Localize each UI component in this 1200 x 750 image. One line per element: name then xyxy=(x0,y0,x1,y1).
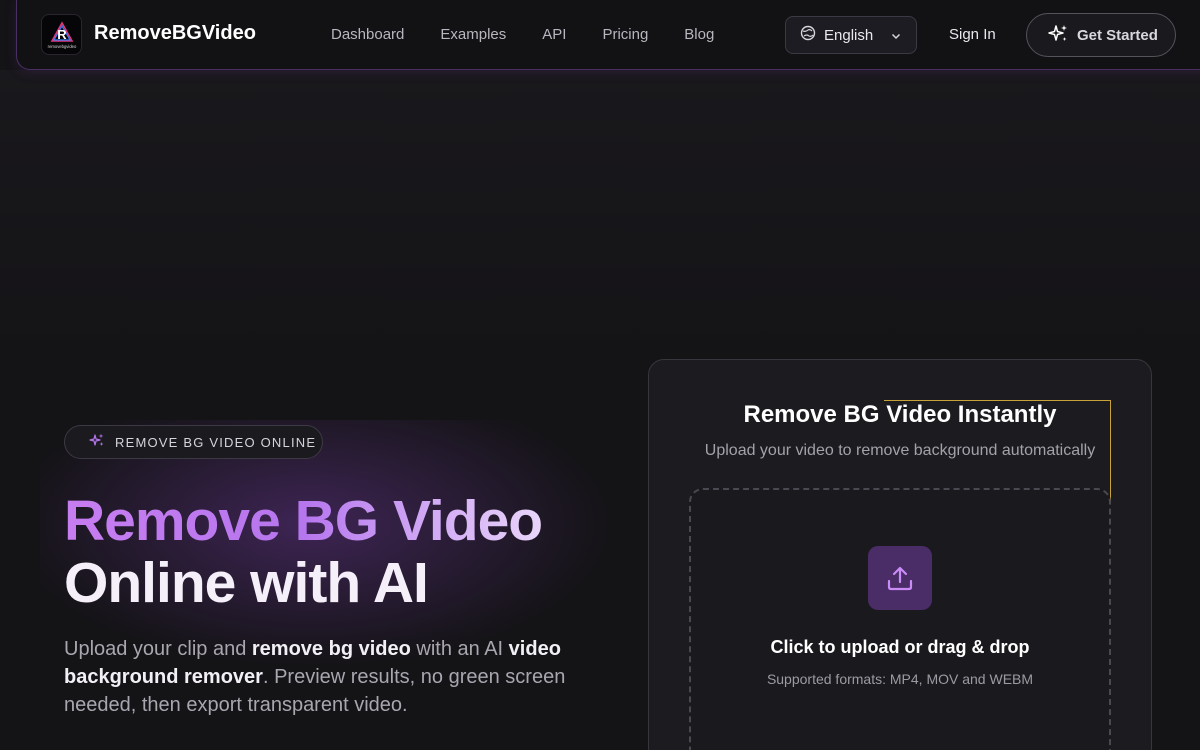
nav-link-examples[interactable]: Examples xyxy=(440,26,506,43)
sparkles-icon xyxy=(89,432,105,453)
hero-title: Remove BG Video Online with AI xyxy=(64,489,543,615)
hero-subtitle-text-1: Upload your clip and xyxy=(64,638,252,660)
main-nav: Dashboard Examples API Pricing Blog xyxy=(331,26,750,43)
sparkles-icon xyxy=(1047,23,1069,48)
top-navbar: R removebgvideo RemoveBGVideo Dashboard … xyxy=(16,0,1200,70)
supported-formats: Supported formats: MP4, MOV and WEBM xyxy=(766,671,1034,687)
chevron-down-icon xyxy=(890,29,902,47)
hero-title-line2: Online with AI xyxy=(64,551,429,615)
nav-link-api[interactable]: API xyxy=(542,26,566,43)
badge-label: REMOVE BG VIDEO ONLINE xyxy=(115,434,317,450)
hero-subtitle: Upload your clip and remove bg video wit… xyxy=(64,635,584,719)
language-label: English xyxy=(824,26,874,44)
dropzone-title[interactable]: Click to upload or drag & drop xyxy=(689,637,1111,658)
upload-dropzone[interactable] xyxy=(689,488,1111,750)
logo-icon[interactable]: R removebgvideo xyxy=(41,14,82,55)
hero-title-line1: Remove BG Video xyxy=(64,489,543,553)
nav-link-blog[interactable]: Blog xyxy=(684,26,714,43)
svg-text:R: R xyxy=(57,27,67,42)
brand-name[interactable]: RemoveBGVideo xyxy=(94,22,256,45)
get-started-button[interactable]: Get Started xyxy=(1026,13,1176,57)
hero-subtitle-bold-1: remove bg video xyxy=(251,638,411,660)
sign-in-link[interactable]: Sign In xyxy=(949,26,996,43)
upload-icon[interactable] xyxy=(868,546,932,610)
upload-card-title: Remove BG Video Instantly xyxy=(743,401,1057,428)
nav-link-pricing[interactable]: Pricing xyxy=(602,26,648,43)
hero-subtitle-text-2: with an AI xyxy=(410,638,509,660)
nav-link-dashboard[interactable]: Dashboard xyxy=(331,26,404,43)
svg-text:removebgvideo: removebgvideo xyxy=(47,44,76,49)
hero-badge: REMOVE BG VIDEO ONLINE xyxy=(64,425,323,459)
background-top-fade xyxy=(0,70,1200,370)
get-started-label: Get Started xyxy=(1077,26,1158,44)
upload-card-subtitle: Upload your video to remove background a… xyxy=(704,442,1096,459)
globe-icon xyxy=(800,25,816,46)
language-selector[interactable]: English xyxy=(785,16,917,54)
